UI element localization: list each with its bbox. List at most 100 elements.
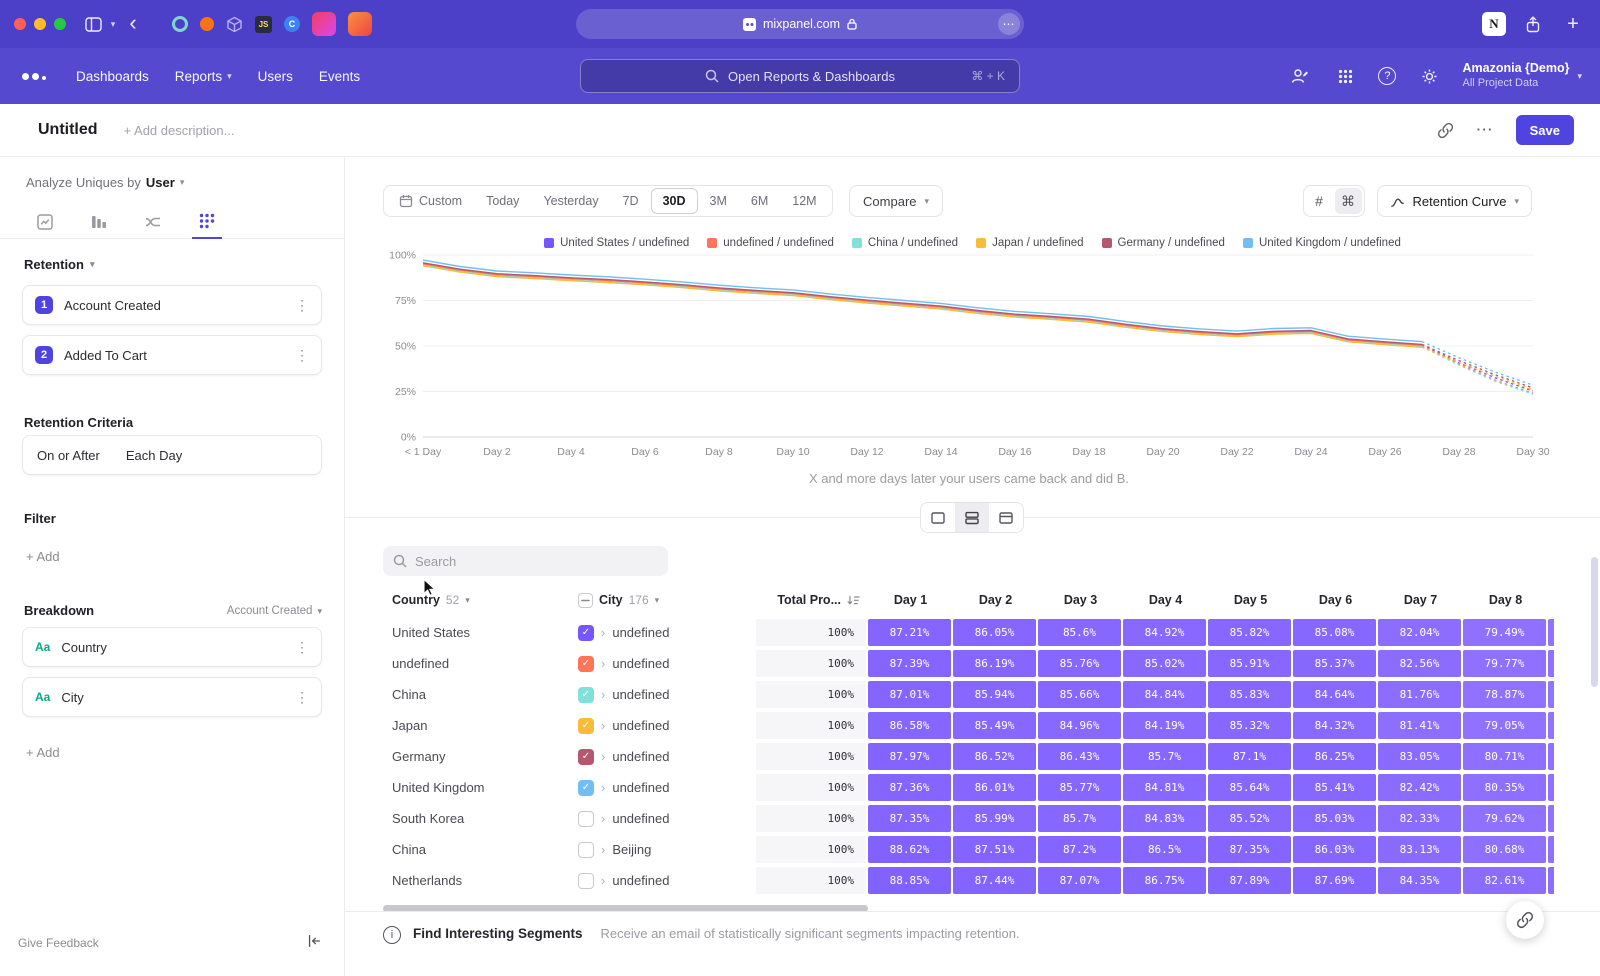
retention-cell[interactable]: 85.99% [953, 805, 1036, 832]
nav-item-events[interactable]: Events [319, 69, 360, 84]
new-tab-button[interactable]: + [1560, 11, 1586, 37]
row-checkbox[interactable]: ✓ [578, 780, 594, 796]
nav-item-reports[interactable]: Reports▾ [175, 69, 232, 84]
row-country-label[interactable]: Japan [383, 712, 570, 739]
retention-cell[interactable]: 84.83% [1123, 805, 1206, 832]
extension-icon-cube[interactable] [226, 16, 243, 33]
compare-button[interactable]: Compare ▾ [849, 185, 943, 217]
retention-cell[interactable]: 85.6% [1038, 619, 1121, 646]
retention-cell[interactable]: 85.94% [953, 681, 1036, 708]
row-country-label[interactable]: undefined [383, 650, 570, 677]
more-options-icon[interactable]: ⋮ [295, 639, 309, 656]
url-more-button[interactable]: ⋯ [998, 13, 1020, 35]
analyze-uniques-row[interactable]: Analyze Uniques by User ▾ [26, 175, 184, 190]
more-options-icon[interactable]: ⋯ [1476, 120, 1494, 140]
more-options-icon[interactable]: ⋮ [295, 297, 309, 314]
legend-item-china-undefined[interactable]: China / undefined [852, 237, 958, 249]
retention-cell[interactable]: 86.19% [953, 650, 1036, 677]
date-range-30d[interactable]: 30D [651, 188, 698, 214]
legend-item-united-kingdom-undefined[interactable]: United Kingdom / undefined [1243, 237, 1401, 249]
date-range-today[interactable]: Today [474, 188, 531, 214]
help-icon[interactable]: ? [1378, 67, 1396, 85]
legend-item-undefined-undefined[interactable]: undefined / undefined [707, 237, 834, 249]
retention-cell[interactable]: 86.05% [953, 619, 1036, 646]
retention-cell[interactable]: 78.87% [1463, 681, 1546, 708]
day-column-header[interactable]: Day 6 [1293, 593, 1378, 607]
retention-cell[interactable]: 86.75% [1123, 867, 1206, 894]
expand-row-icon[interactable]: › [601, 780, 605, 795]
add-breakdown-button[interactable]: + Add [26, 745, 60, 760]
criteria-when-select[interactable]: On or After [37, 448, 100, 463]
retention-cell[interactable]: 87.35% [1208, 836, 1291, 863]
share-link-float-button[interactable] [1506, 901, 1544, 939]
day-column-header[interactable]: Day 1 [868, 593, 953, 607]
report-tab-flows[interactable] [138, 205, 168, 238]
retention-cell[interactable]: 86.03% [1293, 836, 1376, 863]
collapse-sidebar-icon[interactable] [306, 933, 322, 954]
city-column-header[interactable]: City 176 ▾ [570, 593, 756, 608]
row-checkbox[interactable]: ✓ [578, 749, 594, 765]
expand-row-icon[interactable]: › [601, 749, 605, 764]
day-column-header[interactable]: Day 2 [953, 593, 1038, 607]
retention-cell[interactable]: 85.32% [1208, 712, 1291, 739]
row-country-label[interactable]: United States [383, 619, 570, 646]
retention-cell[interactable]: 85.52% [1208, 805, 1291, 832]
global-search-button[interactable]: Open Reports & Dashboards ⌘ + K [580, 59, 1020, 93]
expand-row-icon[interactable]: › [601, 842, 605, 857]
retention-cell[interactable]: 87.44% [953, 867, 1036, 894]
split-view-button[interactable] [955, 503, 989, 532]
report-title[interactable]: Untitled [38, 121, 98, 139]
command-toggle-button[interactable]: ⌘ [1335, 188, 1362, 214]
retention-cell[interactable]: 84.35% [1378, 867, 1461, 894]
retention-cell[interactable]: 82.33% [1378, 805, 1461, 832]
row-checkbox[interactable] [578, 811, 594, 827]
more-options-icon[interactable]: ⋮ [295, 347, 309, 364]
row-country-label[interactable]: China [383, 836, 570, 863]
step-card-added-to-cart[interactable]: 2Added To Cart⋮ [22, 335, 322, 375]
retention-cell[interactable]: 87.35% [868, 805, 951, 832]
row-checkbox[interactable]: ✓ [578, 687, 594, 703]
criteria-frequency-select[interactable]: Each Day [126, 448, 182, 463]
retention-cell[interactable]: 79.49% [1463, 619, 1546, 646]
day-column-header[interactable]: Day 4 [1123, 593, 1208, 607]
retention-cell[interactable]: 85.91% [1208, 650, 1291, 677]
retention-cell[interactable]: 86.01% [953, 774, 1036, 801]
retention-section-header[interactable]: Retention ▾ [24, 257, 94, 272]
retention-cell[interactable]: 84.96% [1038, 712, 1121, 739]
share-icon[interactable] [1520, 11, 1546, 37]
row-country-label[interactable]: Netherlands [383, 867, 570, 894]
retention-cell[interactable]: 87.01% [868, 681, 951, 708]
retention-cell[interactable]: 85.83% [1208, 681, 1291, 708]
retention-cell[interactable]: 87.97% [868, 743, 951, 770]
row-country-label[interactable]: United Kingdom [383, 774, 570, 801]
retention-cell[interactable]: 86.52% [953, 743, 1036, 770]
chevron-down-icon[interactable]: ▾ [106, 11, 120, 37]
hash-toggle-button[interactable]: # [1306, 188, 1333, 214]
retention-cell[interactable]: 87.89% [1208, 867, 1291, 894]
project-switcher[interactable]: Amazonia {Demo} All Project Data ▾ [1462, 61, 1582, 90]
date-range-custom[interactable]: Custom [387, 188, 474, 214]
row-country-label[interactable]: Germany [383, 743, 570, 770]
row-checkbox[interactable]: ✓ [578, 656, 594, 672]
retention-cell[interactable]: 83.13% [1378, 836, 1461, 863]
retention-cell[interactable]: 87.2% [1038, 836, 1121, 863]
select-all-checkbox[interactable] [578, 593, 593, 608]
retention-cell[interactable]: 87.1% [1208, 743, 1291, 770]
add-filter-button[interactable]: + Add [26, 549, 60, 564]
nav-item-users[interactable]: Users [258, 69, 293, 84]
nav-item-dashboards[interactable]: Dashboards [76, 69, 149, 84]
retention-cell[interactable]: 84.64% [1293, 681, 1376, 708]
day-column-header[interactable]: Day 3 [1038, 593, 1123, 607]
copy-link-icon[interactable] [1437, 122, 1454, 139]
date-range-12m[interactable]: 12M [780, 188, 828, 214]
notion-extension-icon[interactable]: N [1482, 12, 1506, 36]
retention-cell[interactable]: 87.36% [868, 774, 951, 801]
report-tab-retention[interactable] [192, 205, 222, 239]
close-window-button[interactable] [14, 18, 26, 30]
date-range-7d[interactable]: 7D [611, 188, 651, 214]
user-edit-icon[interactable] [1286, 63, 1312, 89]
give-feedback-link[interactable]: Give Feedback [18, 936, 99, 950]
retention-cell[interactable]: 81.76% [1378, 681, 1461, 708]
retention-cell[interactable]: 85.03% [1293, 805, 1376, 832]
chart-type-dropdown[interactable]: Retention Curve ▾ [1377, 185, 1532, 217]
